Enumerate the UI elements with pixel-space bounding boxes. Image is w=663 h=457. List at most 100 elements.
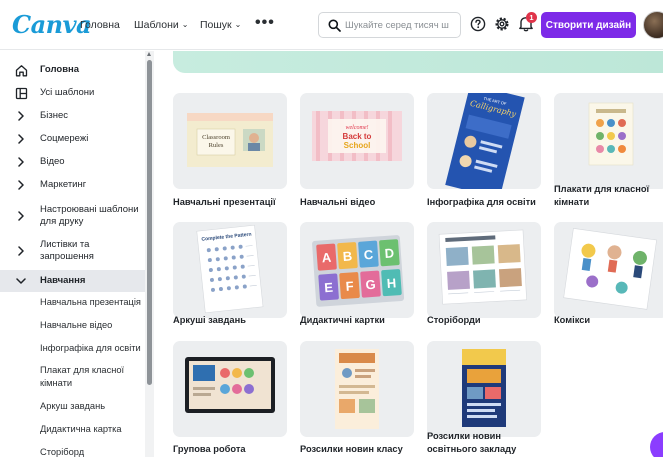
nav-templates-label: Шаблони: [134, 19, 179, 31]
chevron-right-icon: [14, 132, 28, 146]
sidebar-item-label: Навчання: [40, 275, 86, 286]
chevron-right-icon: [14, 244, 28, 258]
hero-banner: [173, 51, 663, 73]
svg-text:welcome!: welcome!: [346, 125, 369, 131]
group-work-thumbnail: [185, 357, 275, 413]
storyboard-thumbnail: [438, 229, 527, 305]
chevron-right-icon: [14, 109, 28, 123]
svg-text:Rules: Rules: [209, 142, 224, 149]
flashcard-letter: G: [365, 277, 376, 293]
nav-home[interactable]: Головна: [80, 19, 120, 31]
sidebar-item-label: Соцмережі: [40, 133, 89, 144]
help-icon[interactable]: [470, 16, 486, 32]
flashcard-letter: C: [363, 247, 374, 263]
template-card-infographics[interactable]: THE ART OF Calligraphy: [427, 93, 541, 189]
more-menu-button[interactable]: •••: [255, 14, 275, 32]
sidebar-item-all-templates[interactable]: Усі шаблони: [0, 82, 145, 104]
flashcard-letter: A: [321, 250, 332, 266]
template-card-videos[interactable]: welcome! Back to School: [300, 93, 414, 189]
nav-search-label: Пошук: [200, 19, 232, 31]
template-card-presentations[interactable]: Classroom Rules: [173, 93, 287, 189]
chevron-down-icon: ⌄: [234, 20, 242, 29]
sidebar-subitem[interactable]: Плакат для класної кімнати: [40, 364, 135, 390]
top-header: Canva Головна Шаблони⌄ Пошук⌄ ••• 1 Ство…: [0, 0, 663, 50]
template-card-flashcards[interactable]: A B C D E F G H: [300, 222, 414, 318]
school-newsletter-thumbnail: [462, 349, 506, 427]
home-icon: [14, 63, 28, 77]
template-card-group-work[interactable]: [173, 341, 287, 437]
sidebar-subitem[interactable]: Дидактична картка: [40, 423, 122, 436]
sidebar-subitem[interactable]: Сторіборд: [40, 446, 84, 457]
svg-text:Classroom: Classroom: [202, 134, 230, 141]
create-design-button[interactable]: Створити дизайн: [541, 12, 636, 38]
sidebar-item-video[interactable]: Відео: [0, 151, 145, 173]
flashcard-letter: E: [324, 280, 334, 296]
svg-text:Back to: Back to: [343, 132, 372, 141]
chevron-right-icon: [14, 209, 28, 223]
sidebar-item-education[interactable]: Навчання: [0, 270, 145, 292]
card-label[interactable]: Дидактичні картки: [300, 314, 385, 327]
nav-search-menu[interactable]: Пошук ⌄: [200, 19, 241, 31]
search-input[interactable]: [345, 17, 457, 34]
template-card-worksheets[interactable]: Complete the Pattern: [173, 222, 287, 318]
chevron-right-icon: [14, 178, 28, 192]
sidebar-item-social[interactable]: Соцмережі: [0, 128, 145, 150]
search-box[interactable]: [318, 12, 461, 38]
card-label[interactable]: Аркуші завдань: [173, 314, 246, 327]
sidebar-item-marketing[interactable]: Маркетинг: [0, 174, 145, 196]
card-label[interactable]: Розсилки новин класу: [300, 443, 403, 456]
card-label[interactable]: Навчальні відео: [300, 196, 375, 209]
card-label[interactable]: Навчальні презентації: [173, 196, 276, 209]
sidebar-item-label: Маркетинг: [40, 179, 87, 190]
notification-badge: 1: [526, 12, 537, 23]
template-card-school-newsletters[interactable]: [427, 341, 541, 437]
template-card-storyboards[interactable]: [427, 222, 541, 318]
template-card-class-newsletters[interactable]: [300, 341, 414, 437]
video-thumbnail: welcome! Back to School: [312, 111, 402, 161]
template-card-classroom-posters[interactable]: [554, 93, 663, 189]
svg-text:School: School: [344, 141, 371, 150]
sidebar-item-label: Бізнес: [40, 110, 68, 121]
search-icon: [328, 19, 341, 32]
templates-icon: [14, 86, 28, 100]
poster-thumbnail: [588, 102, 634, 166]
presentation-thumbnail: Classroom Rules: [187, 113, 273, 167]
sidebar-item-label: Усі шаблони: [40, 87, 95, 98]
chevron-down-icon: [14, 274, 28, 288]
template-card-comics[interactable]: [554, 222, 663, 318]
flashcard-letter: D: [384, 245, 394, 261]
sidebar-item-cards-invitations[interactable]: Листівки та запрошення: [0, 236, 145, 266]
sidebar-item-label: Головна: [40, 64, 80, 75]
card-label[interactable]: Плакати для класної кімнати: [554, 183, 662, 209]
sidebar-item-print[interactable]: Настроювані шаблони для друку: [0, 201, 145, 231]
sidebar-item-label: Відео: [40, 156, 65, 167]
infographic-thumbnail: THE ART OF Calligraphy: [445, 93, 525, 189]
flashcard-letter: B: [342, 248, 352, 264]
class-newsletter-thumbnail: [335, 349, 379, 429]
sidebar-item-label: Настроювані шаблони для друку: [40, 204, 139, 227]
flashcard-letter: H: [386, 275, 396, 291]
scroll-up-arrow-icon[interactable]: [147, 52, 151, 56]
chevron-right-icon: [14, 155, 28, 169]
comics-thumbnail: [563, 228, 657, 310]
worksheet-thumbnail: Complete the Pattern: [196, 224, 264, 314]
nav-templates[interactable]: Шаблони ⌄: [134, 19, 188, 31]
card-label[interactable]: Інфографіка для освіти: [427, 196, 536, 209]
sidebar: Головна Усі шаблони Бізнес Соцмережі Від…: [0, 51, 145, 457]
sidebar-subitem[interactable]: Інфографіка для освіти: [40, 342, 141, 355]
sidebar-subitem[interactable]: Навчальна презентація: [40, 296, 141, 309]
card-label[interactable]: Групова робота: [173, 443, 246, 456]
flashcard-letter: F: [345, 278, 354, 294]
sidebar-item-home[interactable]: Головна: [0, 59, 145, 81]
sidebar-item-label: Листівки та запрошення: [40, 239, 94, 262]
card-label[interactable]: Розсилки новин освітнього закладу: [427, 430, 537, 456]
card-label[interactable]: Комікси: [554, 314, 590, 327]
sidebar-item-business[interactable]: Бізнес: [0, 105, 145, 127]
gear-icon[interactable]: [494, 16, 510, 32]
chevron-down-icon: ⌄: [181, 20, 189, 29]
card-label[interactable]: Сторіборди: [427, 314, 481, 327]
sidebar-scroll-thumb[interactable]: [147, 60, 152, 385]
sidebar-subitem[interactable]: Навчальне відео: [40, 319, 112, 332]
avatar[interactable]: [643, 11, 663, 39]
sidebar-subitem[interactable]: Аркуш завдань: [40, 400, 105, 413]
